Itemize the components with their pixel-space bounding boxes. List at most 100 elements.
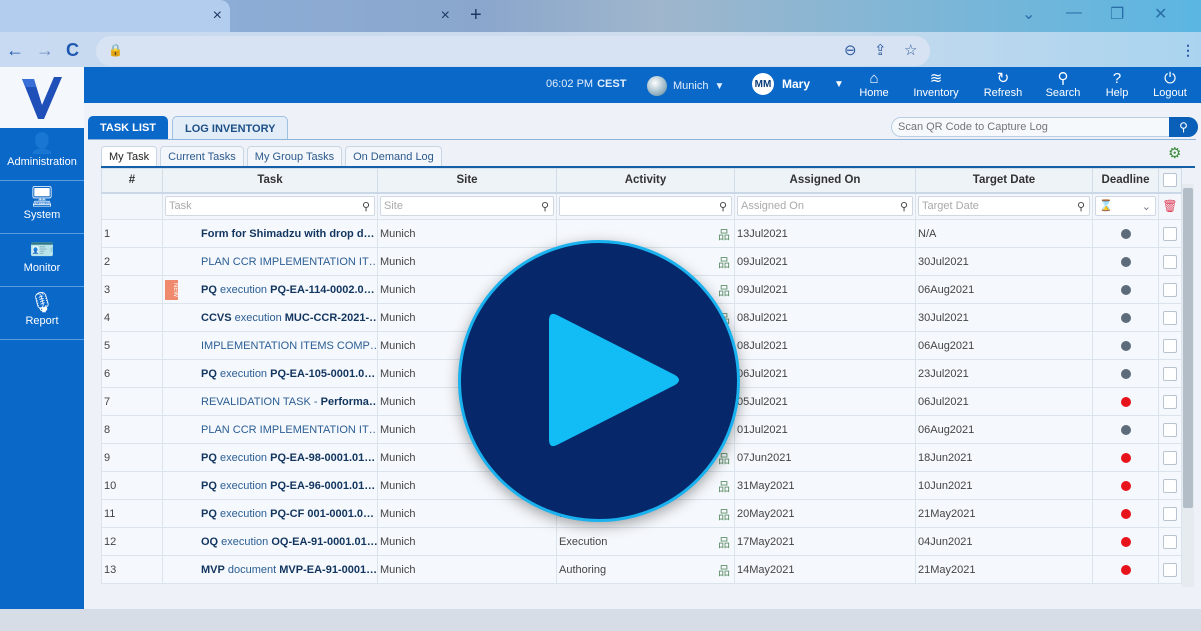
- task-title[interactable]: Form for Shimadzu with drop d…: [201, 228, 375, 240]
- task-title[interactable]: PLAN CCR IMPLEMENTATION IT…: [201, 424, 377, 436]
- sidebar-item-report[interactable]: 🎙 Report: [0, 287, 84, 340]
- row-checkbox[interactable]: [1163, 478, 1177, 493]
- task-title[interactable]: PQ execution PQ-EA-105-0001.0…: [201, 368, 375, 380]
- close-tab-icon[interactable]: ×: [213, 7, 222, 25]
- col-header-target-date[interactable]: Target Date: [915, 168, 1093, 194]
- task-title[interactable]: PLAN CCR IMPLEMENTATION IT…: [201, 256, 377, 268]
- table-row[interactable]: 13 MVP document MVP-EA-91-0001… Munich Auth…: [101, 555, 1182, 584]
- nav-search[interactable]: ⚲ Search: [1033, 70, 1093, 99]
- table-scrollbar[interactable]: [1182, 184, 1194, 587]
- workflow-icon[interactable]: 品: [718, 534, 730, 551]
- table-row[interactable]: 12 OQ execution OQ-EA-91-0001.01… Munich Ex…: [101, 527, 1182, 556]
- col-header-site[interactable]: Site: [377, 168, 557, 194]
- row-checkbox[interactable]: [1163, 562, 1177, 577]
- tab-search-chevron-icon[interactable]: ⌄: [1022, 4, 1035, 24]
- app-logo[interactable]: [0, 67, 84, 128]
- nav-logout[interactable]: ⏻ Logout: [1140, 70, 1200, 99]
- task-title[interactable]: MVP document MVP-EA-91-0001…: [201, 564, 377, 576]
- workflow-icon[interactable]: 品: [718, 226, 730, 243]
- sidebar-item-monitor[interactable]: 🪪 Monitor: [0, 234, 84, 287]
- col-header-activity[interactable]: Activity: [556, 168, 735, 194]
- browser-tab[interactable]: ×: [230, 0, 458, 32]
- row-checkbox[interactable]: [1163, 534, 1177, 549]
- task-title[interactable]: PQ execution PQ-EA-96-0001.01…: [201, 480, 375, 492]
- forward-button[interactable]: →: [36, 40, 54, 61]
- task-title[interactable]: CCVS execution MUC-CCR-2021-…: [201, 312, 377, 324]
- tab-log-inventory[interactable]: LOG INVENTORY: [172, 116, 289, 140]
- tab-my-task[interactable]: My Task: [101, 146, 158, 167]
- bookmark-star-icon[interactable]: ☆: [904, 41, 917, 59]
- browser-tab-active[interactable]: ×: [0, 0, 230, 32]
- close-window-button[interactable]: ✕: [1154, 4, 1167, 24]
- task-title[interactable]: IMPLEMENTATION ITEMS COMP…: [201, 340, 377, 352]
- tab-my-group-tasks[interactable]: My Group Tasks: [246, 146, 343, 167]
- workflow-icon[interactable]: 品: [718, 562, 730, 579]
- browser-menu-icon[interactable]: ⋮: [1181, 42, 1195, 59]
- nav-home[interactable]: ⌂ Home: [844, 70, 904, 99]
- tab-on-demand-log[interactable]: On Demand Log: [345, 146, 442, 167]
- col-header-assigned-on[interactable]: Assigned On: [734, 168, 916, 194]
- table-row[interactable]: 1 Form for Shimadzu with drop d… Munich 品 13…: [101, 219, 1182, 248]
- sidebar-item-administration[interactable]: 👤 Administration: [0, 128, 84, 181]
- task-cell: PQ execution PQ-EA-105-0001.0…: [162, 359, 378, 388]
- address-bar[interactable]: 🔒 ⊖ ⇪ ☆: [96, 36, 930, 66]
- scrollbar-thumb[interactable]: [1183, 188, 1193, 508]
- filter-task-input[interactable]: Task ⚲: [165, 196, 375, 217]
- col-header-deadline[interactable]: Deadline: [1092, 168, 1159, 194]
- share-icon[interactable]: ⇪: [874, 41, 887, 59]
- row-checkbox[interactable]: [1163, 282, 1177, 297]
- row-checkbox[interactable]: [1163, 422, 1177, 437]
- nav-help[interactable]: ? Help: [1087, 70, 1147, 99]
- zoom-out-icon[interactable]: ⊖: [844, 41, 857, 59]
- back-button[interactable]: ←: [6, 40, 24, 61]
- tab-current-tasks[interactable]: Current Tasks: [160, 146, 244, 167]
- workflow-icon[interactable]: 品: [718, 254, 730, 271]
- workflow-icon[interactable]: 品: [718, 506, 730, 523]
- row-checkbox[interactable]: [1163, 226, 1177, 241]
- site-selector[interactable]: Munich ▼: [647, 76, 724, 96]
- filter-target-input[interactable]: Target Date ⚲: [918, 196, 1090, 217]
- row-number: 2: [101, 247, 163, 276]
- workflow-icon[interactable]: 品: [718, 282, 730, 299]
- reload-button[interactable]: C: [66, 40, 79, 61]
- task-title[interactable]: PQ execution PQ-EA-98-0001.01…: [201, 452, 375, 464]
- row-checkbox[interactable]: [1163, 394, 1177, 409]
- sidebar-item-label: Monitor: [23, 262, 61, 274]
- close-tab-icon[interactable]: ×: [441, 7, 450, 25]
- restore-button[interactable]: ❐: [1110, 4, 1124, 24]
- workflow-icon[interactable]: 品: [718, 478, 730, 495]
- new-tab-button[interactable]: +: [470, 4, 482, 27]
- row-checkbox[interactable]: [1163, 366, 1177, 381]
- row-checkbox[interactable]: [1163, 506, 1177, 521]
- target-date-cell: 06Jul2021: [915, 387, 1093, 416]
- tab-task-list[interactable]: TASK LIST: [88, 116, 169, 140]
- filter-assigned-input[interactable]: Assigned On ⚲: [737, 196, 913, 217]
- nav-refresh[interactable]: ↻ Refresh: [973, 70, 1033, 99]
- col-header-number[interactable]: #: [101, 168, 163, 194]
- sidebar-item-system[interactable]: 🖥 System: [0, 181, 84, 234]
- row-checkbox[interactable]: [1163, 310, 1177, 325]
- minimize-button[interactable]: —: [1066, 4, 1082, 22]
- select-cell: [1158, 471, 1182, 500]
- row-checkbox[interactable]: [1163, 254, 1177, 269]
- deadline-filter-select[interactable]: ⌛ ⌄: [1095, 196, 1156, 217]
- row-checkbox[interactable]: [1163, 338, 1177, 353]
- nav-inventory[interactable]: ≋ Inventory: [906, 70, 966, 99]
- video-play-button[interactable]: [458, 240, 740, 522]
- task-title[interactable]: OQ execution OQ-EA-91-0001.01…: [201, 536, 377, 548]
- qr-search-button[interactable]: ⚲: [1169, 117, 1198, 137]
- row-checkbox[interactable]: [1163, 450, 1177, 465]
- select-all-checkbox[interactable]: [1163, 173, 1177, 188]
- filter-site-input[interactable]: Site ⚲: [380, 196, 554, 217]
- user-menu[interactable]: MM Mary ▼: [752, 73, 844, 95]
- trash-icon[interactable]: 🗑: [1162, 199, 1177, 213]
- target-date-cell: 21May2021: [915, 555, 1093, 584]
- filter-activity-input[interactable]: ⚲: [559, 196, 732, 217]
- settings-gear-icon[interactable]: ⚙: [1168, 144, 1181, 162]
- task-title[interactable]: REVALIDATION TASK - Performa…: [201, 396, 377, 408]
- task-cell: OQ execution OQ-EA-91-0001.01…: [162, 527, 378, 556]
- task-title[interactable]: PQ execution PQ-CF 001-0001.0…: [201, 508, 374, 520]
- task-title[interactable]: PQ execution PQ-EA-114-0002.0…: [201, 284, 375, 296]
- col-header-task[interactable]: Task: [162, 168, 378, 194]
- qr-search-input[interactable]: [892, 118, 1162, 136]
